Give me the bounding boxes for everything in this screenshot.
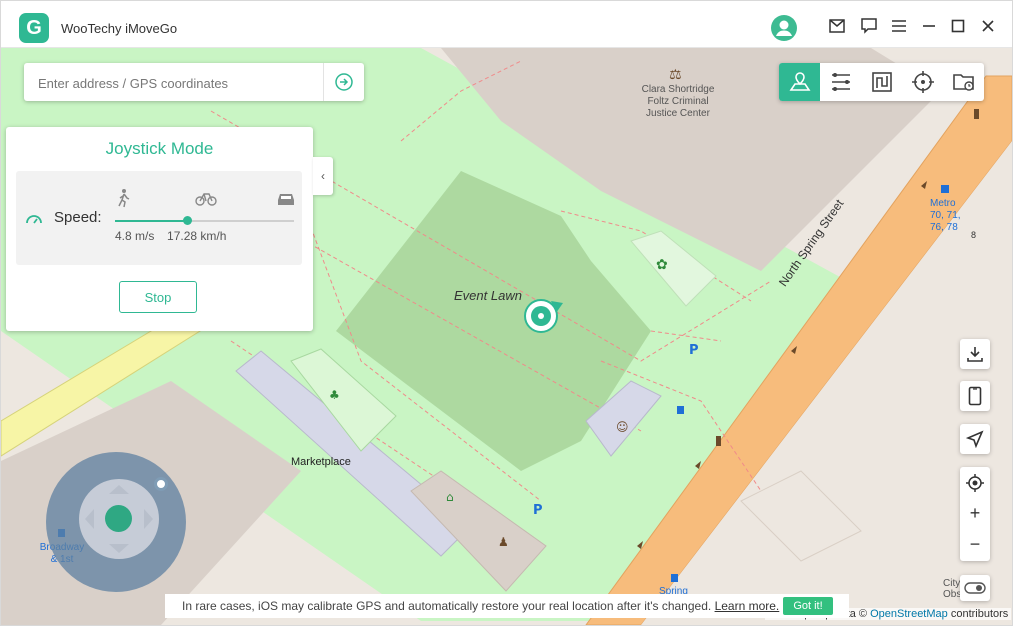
device-button[interactable] <box>960 381 990 411</box>
minus-icon: − <box>969 534 981 554</box>
arrow-left-icon[interactable] <box>85 509 94 529</box>
mode-toolbar <box>779 63 984 101</box>
building-label: Clara Shortridge Foltz Criminal Justice … <box>641 84 715 119</box>
route-lines-icon <box>831 73 850 91</box>
notice-text: In rare cases, iOS may calibrate GPS and… <box>182 599 712 613</box>
folder-clock-icon <box>952 74 974 91</box>
speed-label: Speed: <box>54 209 102 226</box>
speed-slider-thumb[interactable] <box>182 216 192 225</box>
jump-teleport-mode-button[interactable] <box>861 63 902 101</box>
app-window: G WooTechy iMoveGo ⚖ ✿ ♣ ⌂ ♟ ☺ P P Clara… <box>0 0 1013 626</box>
svg-text:⚖: ⚖ <box>669 67 682 83</box>
search-input[interactable] <box>36 63 330 103</box>
search-bar <box>24 63 364 103</box>
joystick-knob[interactable] <box>105 505 132 532</box>
svg-text:♟: ♟ <box>498 535 509 549</box>
import-button[interactable] <box>960 339 990 369</box>
speed-kmh-value: 17.28 km/h <box>167 229 227 243</box>
close-icon[interactable] <box>977 15 999 37</box>
collapse-panel-button[interactable]: ‹ <box>313 157 333 195</box>
bicycle-icon[interactable] <box>195 190 217 206</box>
locate-me-button[interactable] <box>960 467 990 498</box>
notice-text-wrap: In rare cases, iOS may calibrate GPS and… <box>182 599 779 613</box>
menu-icon[interactable] <box>888 15 910 37</box>
toggle-button[interactable] <box>960 575 990 601</box>
teleport-mode-button[interactable] <box>779 63 820 101</box>
notice-toast: In rare cases, iOS may calibrate GPS and… <box>165 594 849 618</box>
zoom-controls: + − <box>960 467 990 561</box>
joystick-panel: Joystick Mode Speed: 4.8 m/s 17.28 km/h … <box>6 127 313 331</box>
minimize-icon[interactable] <box>918 15 940 37</box>
contributors-text: contributors <box>950 608 1009 620</box>
learn-more-link[interactable]: Learn more. <box>715 599 780 613</box>
speedometer-icon <box>26 215 42 224</box>
map-pin-icon <box>789 72 810 91</box>
joystick-control[interactable] <box>46 452 186 592</box>
search-go-button[interactable] <box>323 63 364 101</box>
path-route-icon <box>871 72 892 92</box>
multi-spot-mode-button[interactable] <box>820 63 861 101</box>
walking-icon[interactable] <box>117 188 131 208</box>
svg-text:✿: ✿ <box>656 257 668 273</box>
arrow-right-icon[interactable] <box>144 509 153 529</box>
zoom-out-button[interactable]: − <box>960 529 990 560</box>
maximize-icon[interactable] <box>947 15 969 37</box>
marketplace-label: Marketplace <box>291 456 351 468</box>
arrow-up-icon[interactable] <box>109 485 129 494</box>
speed-values: 4.8 m/s 17.28 km/h <box>115 229 226 243</box>
osm-link[interactable]: OpenStreetMap <box>870 608 948 620</box>
speed-box: Speed: 4.8 m/s 17.28 km/h <box>16 171 302 265</box>
svg-text:P: P <box>689 343 699 358</box>
locate-icon <box>966 473 984 492</box>
arrow-down-icon[interactable] <box>109 544 129 553</box>
road-number-label: 8 <box>971 230 977 240</box>
metro-label: Metro 70, 71, 76, 78 <box>930 198 961 233</box>
panel-title: Joystick Mode <box>105 139 214 158</box>
svg-text:♣: ♣ <box>329 388 340 402</box>
download-icon <box>967 347 983 362</box>
joystick-toggle-dot[interactable] <box>154 477 168 491</box>
stop-button[interactable]: Stop <box>119 281 197 313</box>
car-icon[interactable] <box>276 192 296 206</box>
joystick-pad[interactable] <box>79 479 159 559</box>
speed-ms-value: 4.8 m/s <box>115 229 155 243</box>
joystick-mode-button[interactable] <box>902 63 943 101</box>
svg-text:☺: ☺ <box>616 420 629 434</box>
mail-icon[interactable] <box>826 15 848 37</box>
arrow-right-circle-icon <box>335 73 353 91</box>
svg-text:P: P <box>533 503 543 518</box>
navigate-button[interactable] <box>960 424 990 454</box>
phone-icon <box>968 386 982 406</box>
svg-text:⌂: ⌂ <box>446 490 454 504</box>
lawn-label: Event Lawn <box>454 288 522 303</box>
chevron-left-icon: ‹ <box>321 169 325 183</box>
speed-slider-fill <box>115 220 187 222</box>
zoom-in-button[interactable]: + <box>960 498 990 529</box>
chat-icon[interactable] <box>858 15 880 37</box>
speed-slider[interactable] <box>115 216 294 225</box>
navigation-arrow-icon <box>966 430 984 448</box>
user-icon[interactable] <box>771 15 797 41</box>
title-bar: G WooTechy iMoveGo <box>1 1 1012 48</box>
app-title: WooTechy iMoveGo <box>61 21 178 36</box>
plus-icon: + <box>969 503 981 523</box>
crosshair-icon <box>911 71 934 93</box>
history-button[interactable] <box>943 63 984 101</box>
toggle-icon <box>964 582 986 594</box>
app-logo: G <box>19 13 49 43</box>
got-it-button[interactable]: Got it! <box>783 597 833 615</box>
